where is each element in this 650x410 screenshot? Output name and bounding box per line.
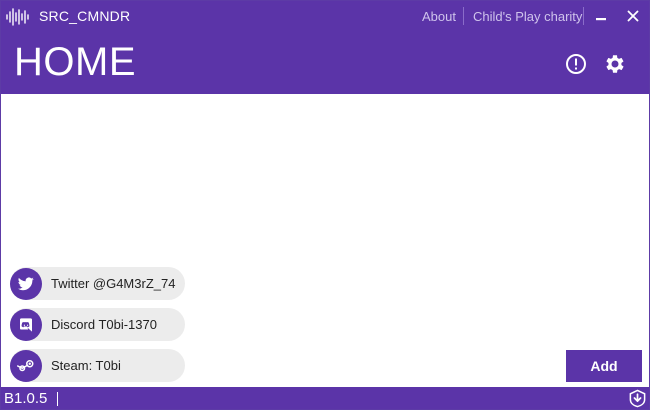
discord-icon bbox=[10, 308, 42, 341]
contact-pill-twitter[interactable]: Twitter @G4M3rZ_74 bbox=[10, 267, 185, 300]
minimize-button[interactable] bbox=[589, 5, 613, 27]
contact-label: Steam: T0bi bbox=[51, 358, 121, 373]
twitter-icon bbox=[10, 267, 42, 300]
app-window: SRC_CMNDR About Child's Play charity HOM… bbox=[0, 0, 650, 410]
titlebar-divider bbox=[583, 7, 584, 25]
main-content bbox=[1, 94, 649, 387]
text-caret bbox=[57, 392, 58, 406]
charity-link[interactable]: Child's Play charity bbox=[473, 9, 582, 24]
contact-pill-discord[interactable]: Discord T0bi-1370 bbox=[10, 308, 185, 341]
alert-circle-icon[interactable] bbox=[564, 52, 588, 76]
soundwave-logo-icon bbox=[6, 8, 29, 26]
title-bar[interactable]: SRC_CMNDR About Child's Play charity bbox=[1, 1, 649, 32]
page-title: HOME bbox=[14, 40, 136, 84]
about-link[interactable]: About bbox=[422, 9, 456, 24]
titlebar-divider bbox=[463, 7, 464, 25]
add-button[interactable]: Add bbox=[566, 350, 642, 382]
app-title: SRC_CMNDR bbox=[39, 8, 131, 24]
contact-label: Discord T0bi-1370 bbox=[51, 317, 157, 332]
version-label: B1.0.5 bbox=[4, 390, 48, 407]
download-shield-icon[interactable] bbox=[628, 389, 647, 408]
status-bar: B1.0.5 bbox=[1, 387, 649, 409]
close-icon bbox=[627, 10, 639, 22]
contact-pill-steam[interactable]: Steam: T0bi bbox=[10, 349, 185, 382]
steam-icon bbox=[10, 349, 42, 382]
gear-icon[interactable] bbox=[603, 52, 627, 76]
minimize-icon bbox=[596, 18, 606, 21]
page-header: HOME bbox=[1, 32, 649, 94]
close-button[interactable] bbox=[621, 5, 645, 27]
contact-label: Twitter @G4M3rZ_74 bbox=[51, 276, 176, 291]
